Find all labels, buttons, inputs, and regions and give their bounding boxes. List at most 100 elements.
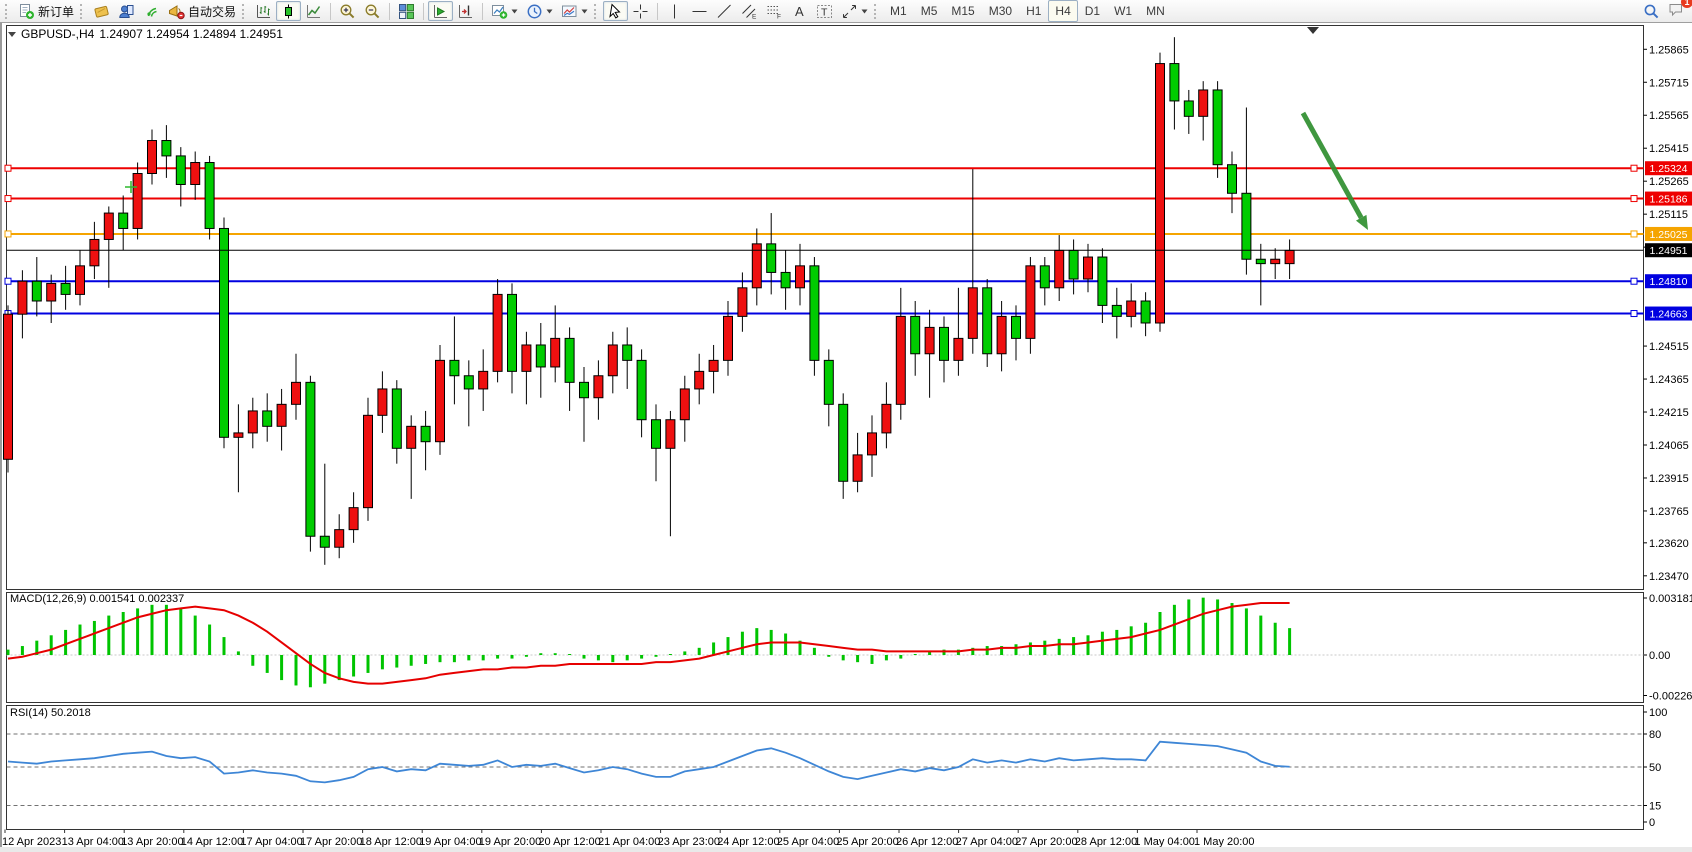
candle-body <box>205 163 214 229</box>
periods-button[interactable] <box>522 1 557 21</box>
vertical-line-tool-button[interactable] <box>662 1 687 21</box>
candle-body <box>1084 257 1093 279</box>
price-badge-1.25025[interactable]: 1.25025 <box>1645 227 1692 241</box>
horizontal-line-tool-button[interactable] <box>687 1 712 21</box>
candle-body <box>18 281 27 314</box>
rsi-axis-label: 50 <box>1649 762 1661 774</box>
arrows-tool-button[interactable] <box>837 1 872 21</box>
price-badge-1.24663[interactable]: 1.24663 <box>1645 307 1692 321</box>
price-axis-label: 1.24065 <box>1649 440 1689 452</box>
toolbar-grip[interactable] <box>242 4 246 19</box>
auto-scroll-button[interactable] <box>428 1 453 21</box>
rsi-axis-label: 15 <box>1649 801 1661 813</box>
chart-symbol-period: GBPUSD-,H4 <box>21 27 94 41</box>
toolbar-separator <box>389 3 390 20</box>
level-line-handle[interactable] <box>1631 278 1637 284</box>
indicators-icon <box>491 3 508 20</box>
level-line-handle[interactable] <box>1631 231 1637 237</box>
chart-shift-button[interactable] <box>453 1 478 21</box>
candle-body <box>4 314 13 459</box>
candlestick-chart-button[interactable] <box>276 1 301 21</box>
candle-body <box>810 266 819 361</box>
text-tool-icon: A <box>791 3 808 20</box>
candle-body <box>47 283 56 301</box>
crosshair-tool-button[interactable] <box>628 1 653 21</box>
price-badge-1.24951[interactable]: 1.24951 <box>1645 243 1692 257</box>
level-line-handle[interactable] <box>1631 311 1637 317</box>
zoom-in-button[interactable] <box>335 1 360 21</box>
search-button[interactable] <box>1639 1 1664 21</box>
timeframe-M15[interactable]: M15 <box>944 0 981 22</box>
terminal-button[interactable] <box>114 1 139 21</box>
text-tool-button[interactable]: A <box>787 1 812 21</box>
level-line-handle[interactable] <box>5 231 11 237</box>
level-line-handle[interactable] <box>1631 196 1637 202</box>
chart-dropdown-icon[interactable] <box>8 32 16 37</box>
candle-body <box>1213 90 1222 165</box>
templates-button[interactable] <box>557 1 592 21</box>
timeframe-M30[interactable]: M30 <box>982 0 1019 22</box>
toolbar-separator <box>482 3 483 20</box>
price-axis-label: 1.23765 <box>1649 506 1689 518</box>
zoom-out-button[interactable] <box>360 1 385 21</box>
indicators-button[interactable] <box>487 1 522 21</box>
candle-body <box>983 288 992 354</box>
toolbar-grip[interactable] <box>5 4 9 19</box>
price-badge-text: 1.24951 <box>1650 245 1688 257</box>
chart-canvas: 1.258651.257151.255651.254151.252651.251… <box>0 0 1692 852</box>
price-axis-label: 1.25265 <box>1649 176 1689 188</box>
level-line-handle[interactable] <box>5 278 11 284</box>
level-line-handle[interactable] <box>5 196 11 202</box>
new-order-button[interactable]: 新订单 <box>14 1 78 21</box>
candle-body <box>1242 193 1251 259</box>
price-badge-1.25324[interactable]: 1.25324 <box>1645 161 1692 175</box>
candle-body <box>349 508 358 530</box>
candle-body <box>637 360 646 419</box>
timeframe-MN[interactable]: MN <box>1139 0 1172 22</box>
toolbar-grip[interactable] <box>594 4 598 19</box>
profile-button[interactable] <box>89 1 114 21</box>
macd-indicator-label: MACD(12,26,9) 0.001541 0.002337 <box>10 593 184 605</box>
vertical-line-icon <box>666 3 683 20</box>
auto-trading-button[interactable]: 自动交易 <box>164 1 240 21</box>
candle-body <box>839 404 848 481</box>
timeframe-D1[interactable]: D1 <box>1078 0 1107 22</box>
bar-chart-button[interactable] <box>251 1 276 21</box>
candle-body <box>594 376 603 398</box>
line-chart-icon <box>305 3 322 20</box>
cursor-tool-button[interactable] <box>603 1 628 21</box>
trendline-tool-button[interactable] <box>712 1 737 21</box>
candle-body <box>1184 101 1193 116</box>
chart-shift-icon <box>457 3 474 20</box>
candle-body <box>320 536 329 547</box>
timeframe-H1[interactable]: H1 <box>1019 0 1048 22</box>
candle-body <box>896 316 905 404</box>
timeframe-W1[interactable]: W1 <box>1107 0 1139 22</box>
candle-body <box>32 281 41 301</box>
candle-body <box>162 141 171 156</box>
chart-title: GBPUSD-,H4 1.24907 1.24954 1.24894 1.249… <box>8 27 283 41</box>
timeframe-M1[interactable]: M1 <box>883 0 914 22</box>
level-line-handle[interactable] <box>5 165 11 171</box>
cursor-icon <box>607 3 624 20</box>
auto-trading-icon <box>168 3 185 20</box>
line-chart-button[interactable] <box>301 1 326 21</box>
text-label-tool-button[interactable]: T <box>812 1 837 21</box>
toolbar-separator <box>423 3 424 20</box>
level-line-handle[interactable] <box>1631 165 1637 171</box>
signals-button[interactable] <box>139 1 164 21</box>
toolbar-grip[interactable] <box>80 4 84 19</box>
timeframe-M5[interactable]: M5 <box>914 0 945 22</box>
candle-body <box>709 360 718 371</box>
timeframe-H4[interactable]: H4 <box>1048 0 1077 22</box>
macd-axis-label: 0.00 <box>1649 650 1670 662</box>
price-badge-1.24810[interactable]: 1.24810 <box>1645 274 1692 288</box>
price-badge-1.25186[interactable]: 1.25186 <box>1645 192 1692 206</box>
price-axis-label: 1.25565 <box>1649 110 1689 122</box>
channel-tool-button[interactable]: E <box>737 1 762 21</box>
fibonacci-tool-button[interactable]: F <box>762 1 787 21</box>
price-badge-text: 1.25025 <box>1650 229 1688 241</box>
candle-body <box>61 283 70 294</box>
tile-windows-button[interactable] <box>394 1 419 21</box>
toolbar-grip[interactable] <box>874 4 878 19</box>
